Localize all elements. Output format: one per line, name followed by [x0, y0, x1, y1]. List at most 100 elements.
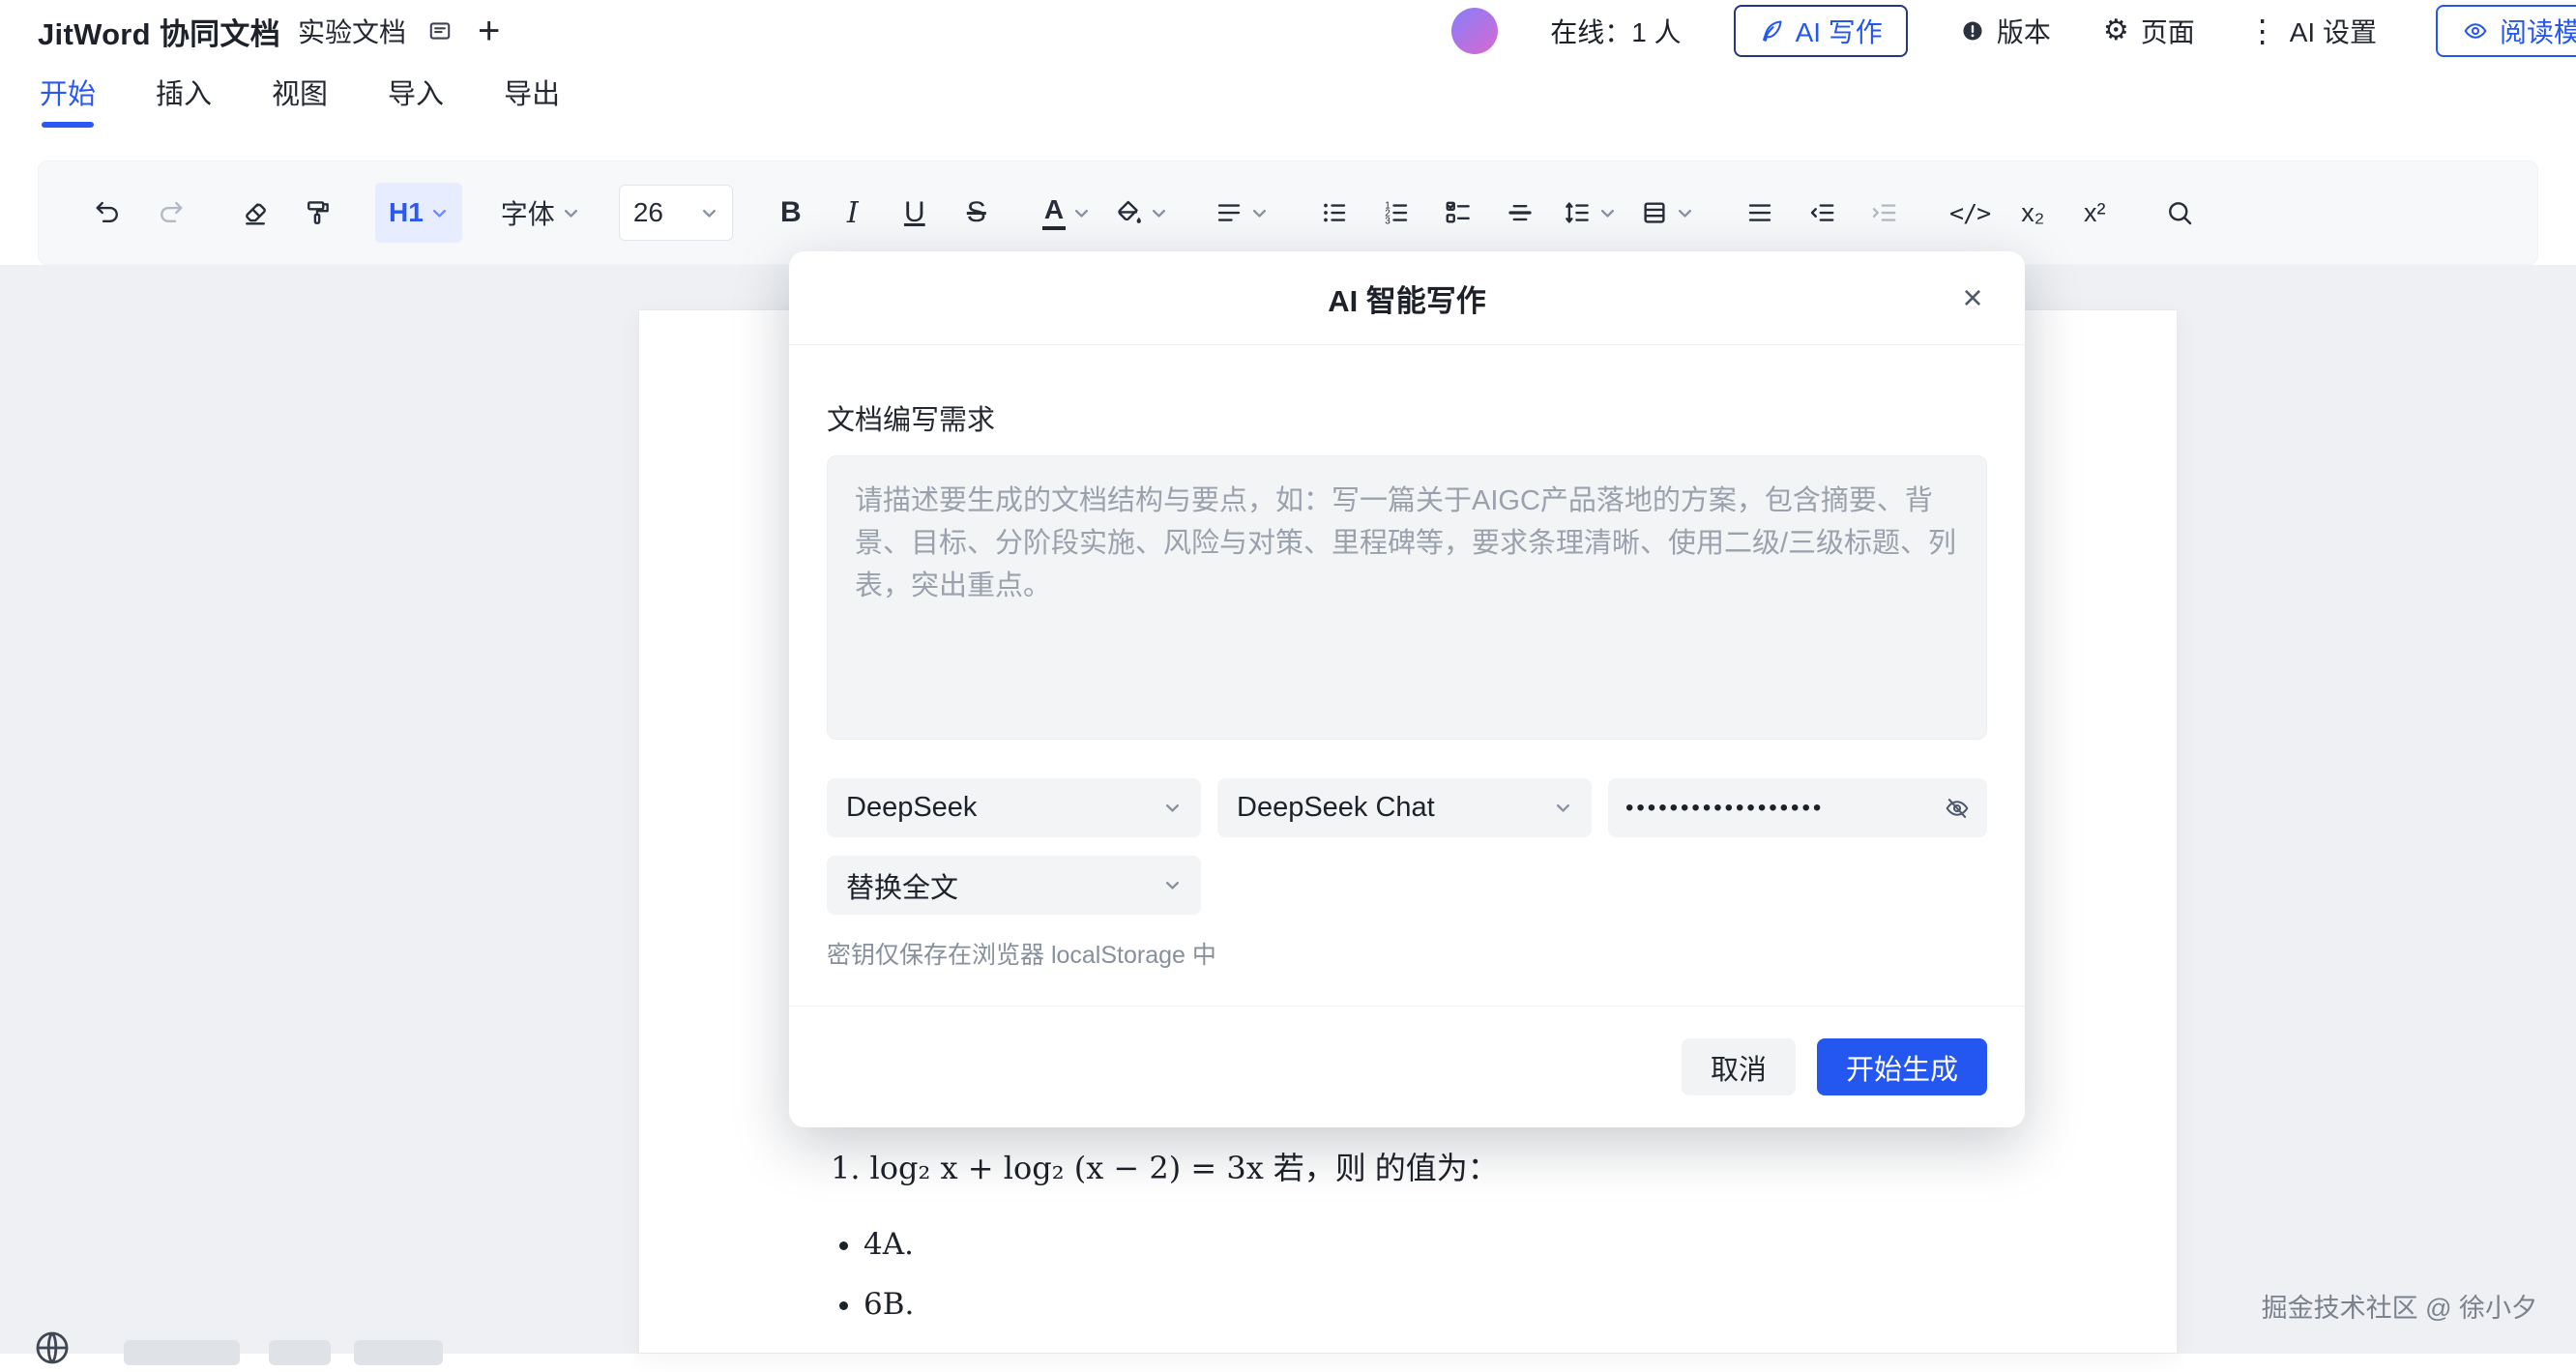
ai-settings-label: AI 设置 [2290, 12, 2377, 50]
write-mode-row: 替换全文 [827, 856, 1987, 915]
search-icon [2165, 198, 2194, 227]
generate-button[interactable]: 开始生成 [1817, 1038, 1987, 1095]
subscript-button[interactable]: x₂ [2005, 183, 2060, 243]
indent-icon [1869, 198, 1898, 227]
version-icon [1960, 18, 1985, 44]
undo-button[interactable] [81, 183, 135, 243]
redo-button[interactable] [143, 183, 197, 243]
panel-icon [427, 18, 453, 44]
bold-button[interactable]: B [764, 183, 818, 243]
online-count: 在线：1 人 [1550, 12, 1681, 50]
statusbar-item [269, 1340, 331, 1365]
version-button[interactable]: 版本 [1960, 12, 2051, 50]
chevron-down-icon [1163, 876, 1182, 894]
line-spacing-icon [1563, 198, 1592, 227]
question-line: 1. log₂ x + log₂ (x − 2) = 3x 若，则 的值为： [831, 1144, 1499, 1188]
ai-write-button[interactable]: AI 写作 [1734, 5, 1908, 57]
read-mode-button[interactable]: 阅读模式 [2436, 5, 2576, 57]
api-key-masked-value: •••••••••••••••••• [1625, 795, 1824, 822]
chevron-down-icon [1250, 204, 1269, 222]
quill-icon [1759, 18, 1784, 44]
tab-view[interactable]: 视图 [272, 72, 328, 128]
undo-icon [94, 198, 123, 227]
task-list-icon [1444, 198, 1473, 227]
write-mode-select[interactable]: 替换全文 [827, 856, 1201, 915]
statusbar-item [354, 1340, 443, 1365]
font-size-value: 26 [633, 197, 663, 228]
table-dropdown[interactable] [1632, 183, 1702, 243]
font-family-dropdown[interactable]: 字体 [493, 183, 588, 243]
provider-value: DeepSeek [846, 792, 977, 824]
ribbon-tabs: 开始 插入 视图 导入 导出 [40, 72, 560, 128]
cancel-button[interactable]: 取消 [1682, 1038, 1796, 1095]
tab-export[interactable]: 导出 [504, 72, 560, 128]
provider-select[interactable]: DeepSeek [827, 778, 1201, 837]
font-color-dropdown[interactable]: A [1035, 183, 1098, 243]
horizontal-rule-icon [1506, 198, 1535, 227]
version-label: 版本 [1997, 12, 2051, 50]
redo-icon [156, 198, 185, 227]
code-block-button[interactable]: </> [1942, 183, 1998, 243]
api-key-hint: 密钥仅保存在浏览器 localStorage 中 [827, 936, 1987, 971]
chevron-down-icon [1554, 799, 1572, 817]
justify-icon [1745, 198, 1774, 227]
tab-import[interactable]: 导入 [388, 72, 444, 128]
document-tab[interactable]: 实验文档 [298, 12, 406, 50]
modal-body: 文档编写需求 DeepSeek DeepSeek Chat ••••••••••… [789, 345, 2025, 1006]
task-list-button[interactable] [1431, 183, 1485, 243]
ordered-list-button[interactable]: 1 2 3 [1369, 183, 1423, 243]
italic-button[interactable]: I [826, 183, 880, 243]
format-painter-button[interactable] [290, 183, 344, 243]
ai-writing-modal: AI 智能写作 × 文档编写需求 DeepSeek DeepSeek Chat … [789, 251, 2025, 1127]
bullet-list-button[interactable] [1307, 183, 1361, 243]
heading-dropdown[interactable]: H1 [375, 183, 462, 243]
align-left-icon [1215, 198, 1244, 227]
model-select[interactable]: DeepSeek Chat [1217, 778, 1592, 837]
heading-label: H1 [389, 197, 424, 228]
write-mode-value: 替换全文 [846, 865, 958, 906]
svg-text:3: 3 [1385, 217, 1390, 227]
new-document-button[interactable]: + [478, 12, 500, 50]
question-marker: 1. [831, 1150, 861, 1186]
align-dropdown[interactable] [1207, 183, 1276, 243]
requirement-textarea[interactable] [827, 455, 1987, 740]
superscript-button[interactable]: x² [2067, 183, 2122, 243]
language-globe-icon[interactable] [33, 1328, 72, 1372]
indent-button[interactable] [1857, 183, 1911, 243]
search-button[interactable] [2152, 183, 2207, 243]
chevron-down-icon [1150, 204, 1168, 222]
answer-options: 4A. 6B. [864, 1227, 914, 1347]
tab-insert[interactable]: 插入 [156, 72, 212, 128]
close-icon[interactable]: × [1947, 273, 1998, 323]
page-settings-label: 页面 [2141, 12, 2195, 50]
outline-panel-button[interactable] [427, 18, 453, 44]
watermark: 掘金技术社区 @ 徐小夕 [2262, 1287, 2537, 1325]
strikethrough-button[interactable]: S [950, 183, 1004, 243]
ai-settings-button[interactable]: ⋮ AI 设置 [2247, 12, 2377, 50]
bullet-list-icon [1320, 198, 1349, 227]
chevron-down-icon [1676, 204, 1694, 222]
requirement-label: 文档编写需求 [827, 397, 1987, 438]
option-item: 4A. [864, 1227, 914, 1262]
modal-header: AI 智能写作 × [789, 251, 2025, 345]
font-family-label: 字体 [501, 193, 555, 232]
ordered-list-icon: 1 2 3 [1382, 198, 1411, 227]
justify-button[interactable] [1733, 183, 1787, 243]
eye-off-icon[interactable] [1945, 796, 1970, 821]
line-spacing-dropdown[interactable] [1555, 183, 1625, 243]
tab-start[interactable]: 开始 [40, 72, 96, 128]
underline-button[interactable]: U [888, 183, 942, 243]
divider-button[interactable] [1493, 183, 1547, 243]
ai-write-label: AI 写作 [1796, 12, 1883, 50]
api-key-field[interactable]: •••••••••••••••••• [1608, 778, 1987, 837]
question-math: log₂ x + log₂ (x − 2) = 3x [870, 1150, 1264, 1186]
chevron-down-icon [1072, 204, 1091, 222]
read-mode-label: 阅读模式 [2500, 12, 2576, 50]
page-settings-button[interactable]: ⚙ 页面 [2103, 12, 2195, 50]
kebab-icon: ⋮ [2247, 13, 2278, 49]
avatar[interactable] [1451, 8, 1498, 54]
font-size-dropdown[interactable]: 26 [619, 185, 733, 241]
outdent-button[interactable] [1795, 183, 1849, 243]
highlight-color-dropdown[interactable] [1106, 183, 1176, 243]
clear-format-button[interactable] [228, 183, 282, 243]
